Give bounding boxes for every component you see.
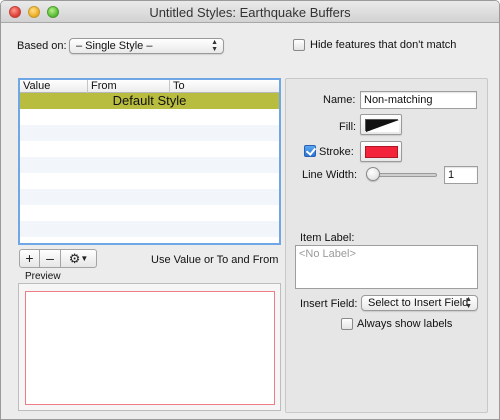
dropdown-arrow-icon: ▼ [80,254,89,263]
table-row [20,205,279,221]
stroke-color-well[interactable] [360,141,402,162]
column-header-value[interactable]: Value [20,80,88,93]
style-properties-panel: Name: Non-matching Fill: Stroke: Line Wi… [285,78,488,413]
table-row [20,157,279,173]
table-row [20,125,279,141]
preview-label: Preview [25,271,61,282]
line-width-label: Line Width: [302,169,358,181]
popup-arrows-icon: ▲ ▼ [211,39,218,53]
add-rule-button[interactable]: + [19,249,40,268]
stroke-label: Stroke: [319,146,354,158]
fill-label: Fill: [339,121,357,133]
line-width-field[interactable]: 1 [444,166,478,184]
table-row [20,109,279,125]
fill-color-well[interactable] [360,114,402,135]
hide-features-label: Hide features that don't match [310,39,457,51]
value-hint-text: Use Value or To and From [151,254,279,266]
based-on-value: – Single Style – [76,40,153,52]
insert-field-label: Insert Field: [300,298,358,310]
column-header-to[interactable]: To [170,80,279,93]
gear-icon: ⚙ [68,251,81,266]
remove-rule-button[interactable]: – [40,249,61,268]
table-rows: Default Style [20,93,279,237]
table-row [20,141,279,157]
insert-field-popup[interactable]: Select to Insert Field ▲ ▼ [361,295,478,311]
table-row-default-style[interactable]: Default Style [20,93,279,109]
action-menu-button[interactable]: ⚙▼ [61,249,97,268]
fill-swatch [365,119,399,132]
based-on-popup[interactable]: – Single Style – ▲ ▼ [69,38,224,54]
line-width-slider-knob[interactable] [366,167,380,181]
column-header-from[interactable]: From [88,80,170,93]
insert-field-value: Select to Insert Field [368,297,469,309]
fill-gradient-icon [366,120,399,132]
style-rules-table[interactable]: Value From To Default Style [18,78,281,245]
always-show-labels-label: Always show labels [357,318,453,330]
preview-canvas [25,291,275,405]
name-field[interactable]: Non-matching [360,91,477,109]
window-title: Untitled Styles: Earthquake Buffers [149,5,351,20]
title-bar: Untitled Styles: Earthquake Buffers [1,1,499,23]
name-label: Name: [323,94,356,106]
always-show-labels-checkbox[interactable] [341,318,353,330]
styles-window: Untitled Styles: Earthquake Buffers Base… [0,0,500,420]
preview-box [18,283,281,411]
item-label-field[interactable]: <No Label> [295,245,478,289]
table-row [20,173,279,189]
table-row [20,189,279,205]
item-label-label: Item Label: [300,232,355,244]
popup-arrows-icon: ▲ ▼ [465,296,472,310]
table-header: Value From To [20,80,279,93]
stroke-swatch [365,146,398,158]
based-on-label: Based on: [17,40,67,52]
stroke-checkbox[interactable] [304,145,316,157]
table-row [20,221,279,237]
hide-features-checkbox[interactable] [293,39,305,51]
